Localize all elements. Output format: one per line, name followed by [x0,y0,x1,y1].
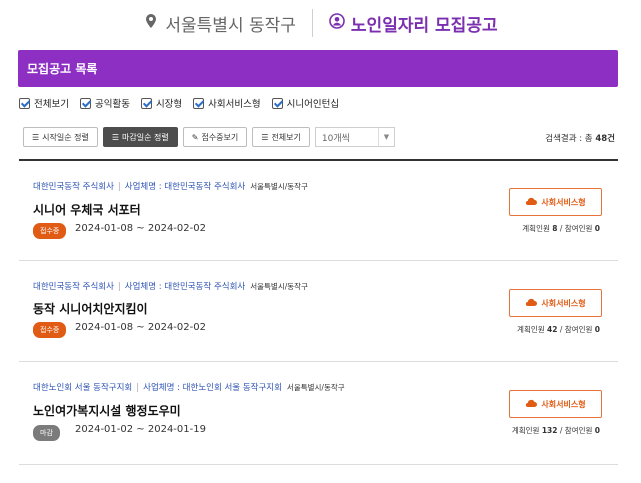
post-title[interactable]: 노인여가복지시설 행정도우미 [33,402,181,419]
list-icon: ☰ [261,132,269,142]
joined-value: 0 [594,224,600,233]
people-count: 계획인원 132 / 참여인원 0 [511,426,600,435]
page-size-value: 10개씩 [321,133,350,144]
type-label: 사회서비스형 [541,399,586,409]
filter-label: 시니어인턴십 [286,99,340,110]
post-title[interactable]: 시니어 우체국 서포터 [33,201,141,218]
planned-label: 계획인원 [517,325,545,334]
post-dates: 2024-01-08 ~ 2024-02-02 [75,223,206,234]
area-text: 서울특별시/동작구 [286,383,345,392]
filter-label: 전체보기 [34,99,69,110]
result-label: 검색결과 : 총 [545,134,593,144]
planned-label: 계획인원 [511,426,540,435]
status-badge: 마감 [33,425,60,441]
cloud-icon [525,297,538,309]
filter-label: 시장형 [155,99,183,110]
filter-market-checkbox[interactable]: 시장형 [140,96,183,110]
type-button[interactable]: 사회서비스형 [509,390,602,418]
receiving-view-button[interactable]: ✎ 접수중보기 [182,127,248,147]
checkbox-checked-icon[interactable] [79,97,91,109]
checkbox-checked-icon[interactable] [140,97,152,109]
list-heading-bar: 모집공고 목록 [18,50,618,87]
post-dates: 2024-01-08 ~ 2024-02-02 [75,322,206,333]
filter-label: 공익활동 [94,99,130,110]
business-name: 사업체명 : 대한민국동작 주식회사 [124,182,246,192]
area-text: 서울특별시/동작구 [250,182,308,191]
filter-group: 전체보기 공익활동 시장형 사회서비스형 시니어인턴십 [19,96,339,110]
people-count: 계획인원 8 / 참여인원 0 [522,224,600,233]
type-label: 사회서비스형 [541,197,586,207]
post-meta: 대한민국동작 주식회사 | 사업체명 : 대한민국동작 주식회사 서울특별시/동작구 [33,280,308,292]
company-link[interactable]: 대한노인회 서울 동작구지회 [33,383,132,393]
view-all-button[interactable]: ☰ 전체보기 [252,127,310,147]
meta-separator: | [117,182,121,192]
list-item[interactable]: 대한민국동작 주식회사 | 사업체명 : 대한민국동작 주식회사 서울특별시/동작구 … [19,262,618,362]
planned-value: 132 [541,426,558,435]
list-icon: ☰ [32,132,40,142]
sort-start-button[interactable]: ☰ 시작일순 정렬 [23,127,98,147]
company-link[interactable]: 대한민국동작 주식회사 [33,282,114,292]
chevron-down-icon: ▼ [377,128,394,146]
joined-label: 참여인원 [564,224,593,233]
meta-separator: | [117,282,121,292]
list-item[interactable]: 대한노인회 서울 동작구지회 | 사업체명 : 대한노인회 서울 동작구지회 서울특별… [19,363,618,465]
pencil-icon: ✎ [191,132,199,142]
planned-value: 8 [552,224,558,233]
status-badge: 접수중 [33,322,67,338]
planned-value: 42 [547,325,558,334]
page-header: 서울특별시 동작구 노인일자리 모집공고 [0,8,641,38]
planned-label: 계획인원 [522,224,550,233]
map-pin-icon [143,13,159,34]
filter-public-checkbox[interactable]: 공익활동 [79,96,130,110]
people-count: 계획인원 42 / 참여인원 0 [517,325,600,334]
cloud-icon [525,398,538,410]
cloud-icon [525,196,538,208]
sort-end-button[interactable]: ☰ 마감일순 정렬 [102,127,178,147]
button-label: 접수중보기 [201,132,239,142]
meta-separator: | [136,383,140,393]
joined-label: 참여인원 [564,325,593,334]
checkbox-checked-icon[interactable] [193,97,205,109]
filter-social-service-checkbox[interactable]: 사회서비스형 [193,96,261,110]
business-name: 사업체명 : 대한노인회 서울 동작구지회 [143,383,282,393]
list-heading: 모집공고 목록 [27,62,98,76]
title-text: 노인일자리 모집공고 [350,15,498,36]
checkbox-checked-icon[interactable] [271,97,283,109]
button-label: 시작일순 정렬 [42,132,89,142]
result-count: 검색결과 : 총 48건 [545,132,615,144]
type-button[interactable]: 사회서비스형 [509,188,602,216]
button-label: 전체보기 [271,132,301,142]
button-label: 마감일순 정렬 [122,132,169,142]
checkbox-checked-icon[interactable] [19,97,30,109]
filter-all-checkbox[interactable]: 전체보기 [19,96,69,110]
page-title: 노인일자리 모집공고 [329,11,498,36]
page-size-select[interactable]: 10개씩 ▼ [314,127,395,147]
header-divider [311,9,313,37]
post-dates: 2024-01-02 ~ 2024-01-19 [75,424,206,435]
list-toolbar: ☰ 시작일순 정렬 ☰ 마감일순 정렬 ✎ 접수중보기 ☰ 전체보기 10개씩 ▼ [23,127,395,147]
type-button[interactable]: 사회서비스형 [509,289,602,317]
post-title[interactable]: 동작 시니어치안지킴이 [33,300,148,317]
list-icon: ☰ [111,132,120,142]
filter-senior-intern-checkbox[interactable]: 시니어인턴십 [271,96,340,110]
result-number: 48 [595,134,608,144]
company-link[interactable]: 대한민국동작 주식회사 [33,182,114,192]
user-circle-icon [329,12,345,34]
location-text: 서울특별시 동작구 [165,15,296,36]
area-text: 서울특별시/동작구 [250,282,308,291]
joined-label: 참여인원 [564,426,593,435]
post-meta: 대한노인회 서울 동작구지회 | 사업체명 : 대한노인회 서울 동작구지회 서울특별… [33,381,345,393]
joined-value: 0 [594,426,600,435]
business-name: 사업체명 : 대한민국동작 주식회사 [124,282,246,292]
type-label: 사회서비스형 [541,298,586,308]
post-meta: 대한민국동작 주식회사 | 사업체명 : 대한민국동작 주식회사 서울특별시/동작구 [33,180,308,192]
joined-value: 0 [594,325,600,334]
location-label: 서울특별시 동작구 [143,11,296,36]
result-unit: 건 [607,134,615,144]
list-item[interactable]: 대한민국동작 주식회사 | 사업체명 : 대한민국동작 주식회사 서울특별시/동작구 … [19,161,618,261]
status-badge: 접수중 [33,223,67,239]
filter-label: 사회서비스형 [208,99,261,110]
